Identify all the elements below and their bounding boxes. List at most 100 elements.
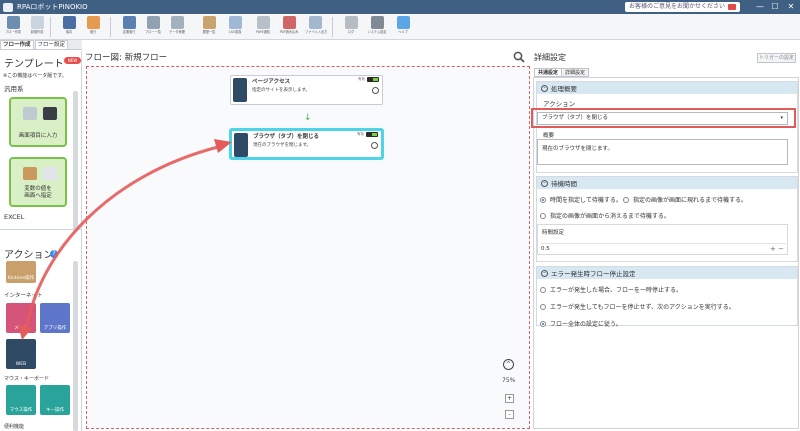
ribbon-label: フロー作成 bbox=[5, 30, 21, 34]
key-tile[interactable]: キー操作 bbox=[40, 385, 70, 415]
wait-option-image-disappear[interactable]: 指定の画像が画面から消えるまで待機する。 bbox=[540, 211, 670, 220]
excel-label: EXCEL bbox=[4, 213, 25, 221]
ribbon-button-3[interactable]: 実行 bbox=[82, 15, 104, 38]
ribbon-button-10[interactable]: PDF読み込み bbox=[278, 15, 300, 38]
error-option-follow-flow[interactable]: フロー全体の設定に従う。 bbox=[540, 319, 622, 328]
zoom-in-button[interactable]: + bbox=[505, 394, 514, 403]
ribbon-icon bbox=[308, 16, 322, 29]
ribbon-button-4[interactable]: 定期実行 bbox=[118, 15, 140, 38]
template-scrollbar[interactable] bbox=[73, 91, 78, 231]
app-tile[interactable]: アプリ操作 bbox=[40, 303, 70, 333]
section-title: 処理概要 bbox=[551, 85, 577, 93]
action-title: アクション bbox=[4, 250, 54, 261]
web-tile[interactable]: WEB bbox=[6, 339, 36, 369]
ribbon-icon bbox=[30, 16, 44, 29]
ribbon-button-14[interactable]: ヘルプ bbox=[392, 15, 414, 38]
ribbon-button-0[interactable]: フロー作成 bbox=[2, 15, 24, 38]
ribbon-button-11[interactable]: ファイル入出力 bbox=[304, 15, 327, 38]
wait-option-time[interactable]: 時間を指定して待機する。 bbox=[540, 195, 622, 204]
section-divider bbox=[0, 229, 81, 230]
web-icon bbox=[234, 133, 248, 157]
section-header[interactable]: ^ エラー発生時フロー停止設定 bbox=[537, 267, 797, 279]
ribbon-button-8[interactable]: CSV変換 bbox=[224, 15, 246, 38]
node-note-icon[interactable] bbox=[372, 87, 379, 94]
template-tile-input[interactable]: 画面項目に入力 bbox=[9, 97, 67, 147]
ribbon-button-2[interactable]: 保存 bbox=[58, 15, 80, 38]
form-icon bbox=[23, 107, 37, 120]
ribbon-button-1[interactable]: 新規作成 bbox=[26, 15, 48, 38]
flow-node-close-browser[interactable]: ブラウザ（タブ）を閉じる 現在のブラウザを閉じます。 有効 bbox=[230, 129, 383, 159]
ribbon-icon bbox=[370, 16, 384, 29]
section-header[interactable]: ^ 処理概要 bbox=[537, 82, 797, 94]
feedback-label: お客様のご意見をお聞かせください bbox=[628, 3, 725, 10]
ribbon-label: ヘルプ bbox=[398, 30, 408, 34]
template-tile-variable[interactable]: 変数の値を 画面へ指定 bbox=[9, 157, 67, 207]
radio-button[interactable] bbox=[540, 212, 546, 219]
time-input[interactable]: 0.5 + − bbox=[541, 243, 786, 253]
radio-button[interactable] bbox=[540, 320, 546, 327]
stepper-icon[interactable]: + − bbox=[770, 244, 784, 254]
summary-textarea[interactable]: 現在のブラウザを閉じます。 bbox=[537, 139, 788, 165]
radio-button[interactable] bbox=[540, 286, 546, 293]
collapse-icon[interactable]: ^ bbox=[541, 179, 548, 187]
ribbon-button-6[interactable]: データ管理 bbox=[166, 15, 188, 38]
mail-tile[interactable]: メール bbox=[6, 303, 36, 333]
close-button[interactable]: ✕ bbox=[783, 0, 799, 14]
ribbon-icon bbox=[228, 16, 242, 29]
ribbon-button-13[interactable]: システム設定 bbox=[366, 15, 388, 38]
ribbon-icon bbox=[6, 16, 20, 29]
tab-detail-settings[interactable]: 詳細設定 bbox=[561, 68, 590, 77]
node-note-icon[interactable] bbox=[371, 142, 378, 149]
zoom-out-button[interactable]: - bbox=[505, 410, 514, 419]
node-enable-toggle[interactable] bbox=[367, 77, 379, 82]
node-enable-toggle[interactable] bbox=[366, 132, 378, 137]
ribbon-label: CSV変換 bbox=[228, 30, 242, 34]
error-option-continue[interactable]: エラーが発生してもフローを停止せず、次のアクションを実行する。 bbox=[540, 302, 735, 311]
node-description: 現在のブラウザを閉じます。 bbox=[253, 143, 312, 148]
ribbon-label: 実行 bbox=[89, 30, 97, 34]
radio-button[interactable] bbox=[540, 303, 546, 310]
minimize-button[interactable]: — bbox=[752, 0, 768, 14]
trigger-settings-button[interactable]: トリガーの設定 bbox=[757, 53, 796, 63]
mail-icon bbox=[728, 4, 736, 10]
app-logo-icon bbox=[3, 2, 13, 12]
ribbon-button-7[interactable]: 履歴一覧 bbox=[198, 15, 220, 38]
ribbon-label: システム設定 bbox=[367, 30, 387, 34]
flow-diagram-header: フロー図: 新規フロー bbox=[85, 53, 168, 63]
node-title: ブラウザ（タブ）を閉じる bbox=[253, 134, 320, 140]
ribbon-separator bbox=[110, 17, 111, 37]
help-icon[interactable]: ? bbox=[50, 250, 58, 258]
flow-node-page-access[interactable]: ページアクセス 指定のサイトを表示します。 有効 bbox=[230, 75, 383, 105]
highlight-annotation bbox=[531, 108, 796, 128]
collapse-icon[interactable]: ^ bbox=[541, 269, 548, 277]
wait-option-image-appear[interactable]: 指定の画像が画面に現れるまで待機する。 bbox=[623, 195, 747, 204]
ribbon-label: PAYE通知 bbox=[256, 30, 270, 34]
radio-button[interactable] bbox=[540, 196, 546, 203]
tab-flow-create[interactable]: フロー作成 bbox=[0, 40, 34, 49]
node-description: 指定のサイトを表示します。 bbox=[252, 88, 311, 93]
maximize-button[interactable]: ☐ bbox=[767, 0, 783, 14]
kintone-tile[interactable]: Kintone操作 bbox=[6, 261, 36, 283]
time-value: 0.5 bbox=[541, 246, 550, 252]
error-option-pause[interactable]: エラーが発生した場合、フローを一時停止する。 bbox=[540, 285, 682, 294]
general-label: 汎用系 bbox=[4, 85, 24, 93]
tab-common-settings[interactable]: 共通設定 bbox=[534, 68, 563, 77]
box-icon bbox=[23, 167, 37, 180]
scroll-top-icon[interactable]: ^ bbox=[503, 359, 514, 370]
ribbon-button-12[interactable]: ログ bbox=[340, 15, 362, 38]
flow-canvas[interactable]: ページアクセス 指定のサイトを表示します。 有効 ↓ ブラウザ（タブ）を閉じる … bbox=[86, 66, 530, 429]
search-icon[interactable] bbox=[513, 51, 525, 63]
collapse-icon[interactable]: ^ bbox=[541, 84, 548, 92]
ribbon-button-9[interactable]: PAYE通知 bbox=[252, 15, 274, 38]
ribbon-button-5[interactable]: フロー一覧 bbox=[142, 15, 164, 38]
radio-button[interactable] bbox=[623, 196, 629, 203]
section-title: エラー発生時フロー停止設定 bbox=[551, 270, 636, 278]
section-title: 待機時間 bbox=[551, 180, 577, 188]
section-error: ^ エラー発生時フロー停止設定 bbox=[536, 266, 798, 326]
section-header[interactable]: ^ 待機時間 bbox=[537, 177, 797, 189]
feedback-button[interactable]: お客様のご意見をお聞かせください bbox=[624, 2, 740, 12]
tab-flow-settings[interactable]: フロー設定 bbox=[34, 40, 69, 49]
action-scrollbar[interactable] bbox=[73, 261, 78, 431]
mouse-tile[interactable]: マウス操作 bbox=[6, 385, 36, 415]
ribbon-separator bbox=[332, 17, 333, 37]
